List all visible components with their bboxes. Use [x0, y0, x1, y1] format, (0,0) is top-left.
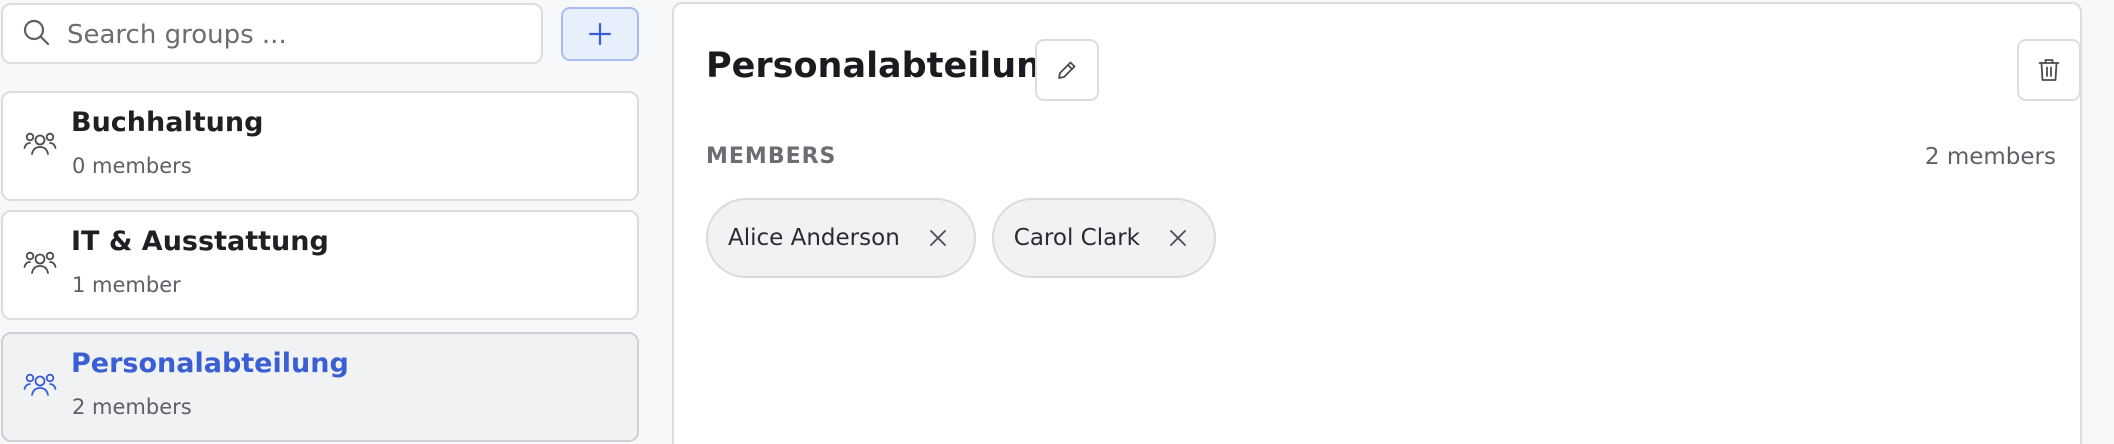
group-member-count: 2 members [72, 395, 192, 419]
groups-manager: Buchhaltung 0 members IT & Ausstattung 1… [0, 0, 2114, 444]
members-heading: MEMBERS [706, 144, 837, 169]
members-count: 2 members [1924, 144, 2056, 170]
search-input[interactable] [67, 15, 527, 55]
add-group-button[interactable] [561, 7, 639, 61]
group-item-buchhaltung[interactable]: Buchhaltung 0 members [1, 91, 639, 201]
users-group-icon [23, 251, 57, 274]
member-name: Carol Clark [1013, 225, 1140, 251]
search-icon [23, 19, 50, 46]
users-group-icon [23, 132, 57, 155]
group-detail-panel: Personalabteilung MEMBERS 2 members Alic… [672, 2, 2082, 444]
remove-member-button[interactable] [1168, 228, 1188, 248]
search-box[interactable] [1, 3, 543, 64]
group-title: Personalabteilung [706, 46, 1067, 86]
member-chips: Alice Anderson Carol Clark [706, 198, 1216, 278]
remove-member-button[interactable] [928, 228, 948, 248]
pencil-icon [1058, 61, 1076, 79]
member-chip: Alice Anderson [706, 198, 976, 278]
group-item-personalabteilung[interactable]: Personalabteilung 2 members [1, 332, 639, 442]
group-member-count: 1 member [72, 273, 181, 297]
group-name: Buchhaltung [71, 107, 264, 138]
close-icon [1170, 230, 1186, 246]
users-group-icon [23, 373, 57, 396]
group-member-count: 0 members [72, 154, 192, 178]
close-icon [929, 230, 946, 246]
group-name: IT & Ausstattung [71, 226, 329, 257]
member-chip: Carol Clark [991, 198, 1216, 278]
delete-group-button[interactable] [2017, 39, 2081, 101]
plus-icon [588, 22, 612, 46]
group-item-it-ausstattung[interactable]: IT & Ausstattung 1 member [1, 210, 639, 320]
member-name: Alice Anderson [728, 225, 900, 251]
trash-icon [2038, 59, 2060, 81]
group-name: Personalabteilung [71, 348, 349, 379]
edit-group-button[interactable] [1035, 39, 1099, 101]
